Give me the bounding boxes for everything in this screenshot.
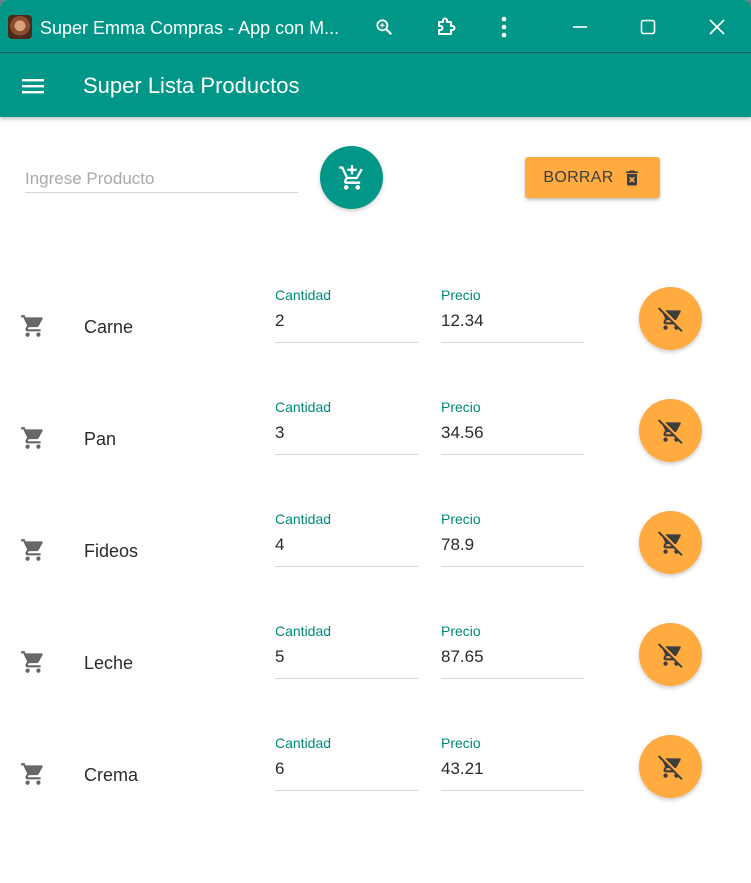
product-name: Leche xyxy=(84,653,134,673)
minimize-button[interactable] xyxy=(563,10,597,44)
price-field[interactable]: Precio 12.34 xyxy=(441,287,584,343)
add-product-button[interactable] xyxy=(320,146,383,209)
zoom-button[interactable] xyxy=(367,10,401,44)
close-icon xyxy=(709,19,725,35)
app-avatar-icon xyxy=(8,15,32,39)
shopping-cart-icon xyxy=(21,427,43,449)
quantity-field[interactable]: Cantidad 3 xyxy=(275,399,418,455)
maximize-icon xyxy=(640,19,656,35)
delete-forever-icon xyxy=(625,170,638,185)
window-titlebar: Super Emma Compras - App con M... xyxy=(0,0,751,53)
close-button[interactable] xyxy=(700,10,734,44)
price-label: Precio xyxy=(441,287,481,303)
quantity-label: Cantidad xyxy=(275,735,332,751)
price-label: Precio xyxy=(441,735,481,751)
price-field[interactable]: Precio 78.9 xyxy=(441,511,584,567)
remove-shopping-cart-icon xyxy=(657,642,683,668)
product-name: Crema xyxy=(84,765,139,785)
remove-product-button[interactable] xyxy=(639,511,702,574)
quantity-value[interactable]: 2 xyxy=(275,311,418,343)
quantity-value[interactable]: 6 xyxy=(275,759,418,791)
remove-product-button[interactable] xyxy=(639,399,702,462)
quantity-value[interactable]: 4 xyxy=(275,535,418,567)
product-row: Pan Cantidad 3 Precio 34.56 xyxy=(0,399,751,479)
shopping-cart-icon xyxy=(21,763,43,785)
quantity-value[interactable]: 5 xyxy=(275,647,418,679)
remove-shopping-cart-icon xyxy=(657,306,683,332)
shopping-cart-icon xyxy=(21,539,43,561)
product-input[interactable] xyxy=(25,165,298,193)
quantity-label: Cantidad xyxy=(275,287,332,303)
remove-product-button[interactable] xyxy=(639,287,702,350)
quantity-field[interactable]: Cantidad 4 xyxy=(275,511,418,567)
remove-shopping-cart-icon xyxy=(657,530,683,556)
remove-shopping-cart-icon xyxy=(657,754,683,780)
menu-icon xyxy=(22,79,44,94)
product-name: Fideos xyxy=(84,541,139,561)
clear-all-label: BORRAR xyxy=(543,168,614,186)
shopping-cart-icon xyxy=(21,651,43,673)
price-label: Precio xyxy=(441,623,481,639)
price-value[interactable]: 78.9 xyxy=(441,535,584,567)
product-row: Fideos Cantidad 4 Precio 78.9 xyxy=(0,511,751,591)
quantity-value[interactable]: 3 xyxy=(275,423,418,455)
puzzle-icon xyxy=(438,17,456,35)
product-name: Pan xyxy=(84,429,117,449)
remove-product-button[interactable] xyxy=(639,735,702,798)
more-options-button[interactable] xyxy=(487,10,521,44)
product-row: Leche Cantidad 5 Precio 87.65 xyxy=(0,623,751,703)
product-name: Carne xyxy=(84,317,134,337)
minimize-icon xyxy=(573,26,587,28)
more-vert-icon xyxy=(501,16,507,38)
remove-product-button[interactable] xyxy=(639,623,702,686)
zoom-icon xyxy=(376,19,392,35)
page-title: Super Lista Productos xyxy=(83,73,300,98)
menu-button[interactable] xyxy=(16,69,50,103)
app-window: Super Emma Compras - App con M... Super … xyxy=(0,0,751,883)
quantity-field[interactable]: Cantidad 2 xyxy=(275,287,418,343)
extensions-button[interactable] xyxy=(429,10,463,44)
price-value[interactable]: 34.56 xyxy=(441,423,584,455)
price-value[interactable]: 43.21 xyxy=(441,759,584,791)
window-title: Super Emma Compras - App con M... xyxy=(40,18,340,38)
product-row: Carne Cantidad 2 Precio 12.34 xyxy=(0,287,751,367)
shopping-cart-icon xyxy=(21,315,43,337)
add-shopping-cart-icon xyxy=(338,164,363,190)
clear-all-button[interactable]: BORRAR xyxy=(525,157,660,198)
price-field[interactable]: Precio 87.65 xyxy=(441,623,584,679)
price-field[interactable]: Precio 43.21 xyxy=(441,735,584,791)
maximize-button[interactable] xyxy=(631,10,665,44)
quantity-field[interactable]: Cantidad 5 xyxy=(275,623,418,679)
price-label: Precio xyxy=(441,399,481,415)
app-toolbar: Super Lista Productos xyxy=(0,53,751,117)
quantity-label: Cantidad xyxy=(275,399,332,415)
price-value[interactable]: 12.34 xyxy=(441,311,584,343)
quantity-field[interactable]: Cantidad 6 xyxy=(275,735,418,791)
price-label: Precio xyxy=(441,511,481,527)
product-row: Crema Cantidad 6 Precio 43.21 xyxy=(0,735,751,815)
price-value[interactable]: 87.65 xyxy=(441,647,584,679)
remove-shopping-cart-icon xyxy=(657,418,683,444)
price-field[interactable]: Precio 34.56 xyxy=(441,399,584,455)
quantity-label: Cantidad xyxy=(275,511,332,527)
quantity-label: Cantidad xyxy=(275,623,332,639)
